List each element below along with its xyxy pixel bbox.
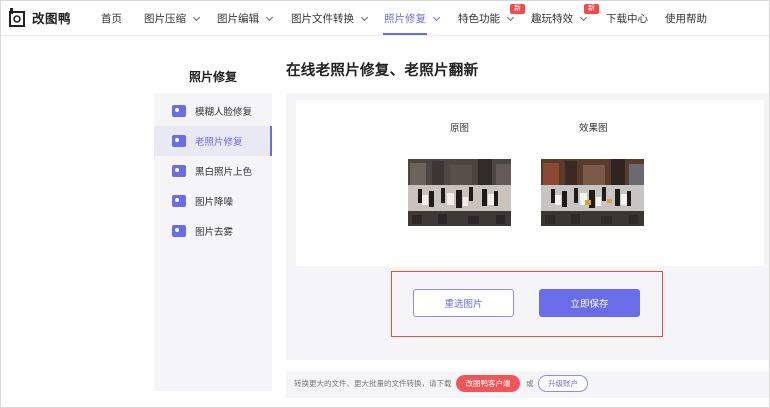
colorize-icon <box>172 165 186 177</box>
bottom-notice-text: 转换更大的文件、更大批量的文件转换，请下载 <box>294 379 452 388</box>
nav-photo-repair[interactable]: 照片修复 <box>384 11 441 26</box>
client-download-button[interactable]: 改图鸭客户端 <box>456 375 520 392</box>
result-photo <box>541 159 644 226</box>
old-photo-icon <box>172 135 186 147</box>
sidebar-item-label: 图片去雾 <box>195 227 234 238</box>
nav-convert-label: 图片文件转换 <box>291 13 354 25</box>
nav-home-label: 首页 <box>101 13 122 25</box>
new-badge-features: 新 <box>510 4 525 14</box>
dehaze-icon <box>172 225 186 237</box>
active-nav-indicator <box>383 33 427 35</box>
sidebar-item-label: 老照片修复 <box>195 137 243 148</box>
reselect-image-button[interactable]: 重选图片 <box>413 289 514 317</box>
nav-edit-label: 图片编辑 <box>217 13 259 25</box>
nav-convert[interactable]: 图片文件转换 <box>291 11 369 26</box>
chevron-down-icon <box>265 13 274 21</box>
save-now-button[interactable]: 立即保存 <box>539 289 640 317</box>
chevron-down-icon <box>192 13 201 21</box>
nav-fun-effects[interactable]: 趣玩特效 <box>531 11 588 26</box>
result-label: 效果图 <box>579 123 608 134</box>
chevron-down-icon <box>360 13 369 21</box>
nav-help-label: 使用帮助 <box>665 13 707 25</box>
page-title: 在线老照片修复、老照片翻新 <box>286 63 479 79</box>
sidebar-item-label: 图片降噪 <box>195 197 234 208</box>
chevron-down-icon <box>506 13 515 21</box>
nav-download-center-label: 下载中心 <box>606 13 648 25</box>
nav-help[interactable]: 使用帮助 <box>665 11 707 26</box>
chevron-down-icon <box>579 13 588 21</box>
sidebar-item-label: 模糊人脸修复 <box>195 107 253 118</box>
nav-edit[interactable]: 图片编辑 <box>217 11 274 26</box>
denoise-icon <box>172 195 186 207</box>
sidebar-item-face-repair[interactable]: 模糊人脸修复 <box>154 96 272 126</box>
nav-features[interactable]: 特色功能 <box>458 11 515 26</box>
nav-fun-effects-label: 趣玩特效 <box>531 13 573 25</box>
logo-icon <box>9 8 25 27</box>
nav-compress[interactable]: 图片压缩 <box>144 11 201 26</box>
chevron-down-icon <box>432 13 441 21</box>
sidebar-item-dehaze[interactable]: 图片去雾 <box>154 216 272 246</box>
nav-download-center[interactable]: 下载中心 <box>606 11 648 26</box>
sidebar-item-colorize[interactable]: 黑白照片上色 <box>154 156 272 186</box>
original-label: 原图 <box>450 123 470 134</box>
original-photo <box>408 159 511 226</box>
logo[interactable]: 改图鸭 <box>9 7 71 27</box>
sidebar-item-old-photo-repair[interactable]: 老照片修复 <box>154 126 272 156</box>
app-name: 改图鸭 <box>32 11 72 26</box>
upgrade-account-button[interactable]: 升级账户 <box>538 375 588 392</box>
preview-area <box>296 100 764 266</box>
sidebar-item-denoise[interactable]: 图片降噪 <box>154 186 272 216</box>
sidebar-item-label: 黑白照片上色 <box>195 167 253 178</box>
or-text: 或 <box>526 379 534 388</box>
nav-features-label: 特色功能 <box>458 13 500 25</box>
new-badge-fun-effects: 新 <box>584 4 599 14</box>
top-navigation-bar: 改图鸭 首页 图片压缩 图片编辑 图片文件转换 照片修复 特色功能 新 趣玩特效 <box>0 0 770 36</box>
nav-home[interactable]: 首页 <box>101 11 122 26</box>
face-photo-icon <box>172 105 186 117</box>
nav-compress-label: 图片压缩 <box>144 13 186 25</box>
sidebar-title: 照片修复 <box>188 70 237 84</box>
nav-photo-repair-label: 照片修复 <box>384 13 426 25</box>
